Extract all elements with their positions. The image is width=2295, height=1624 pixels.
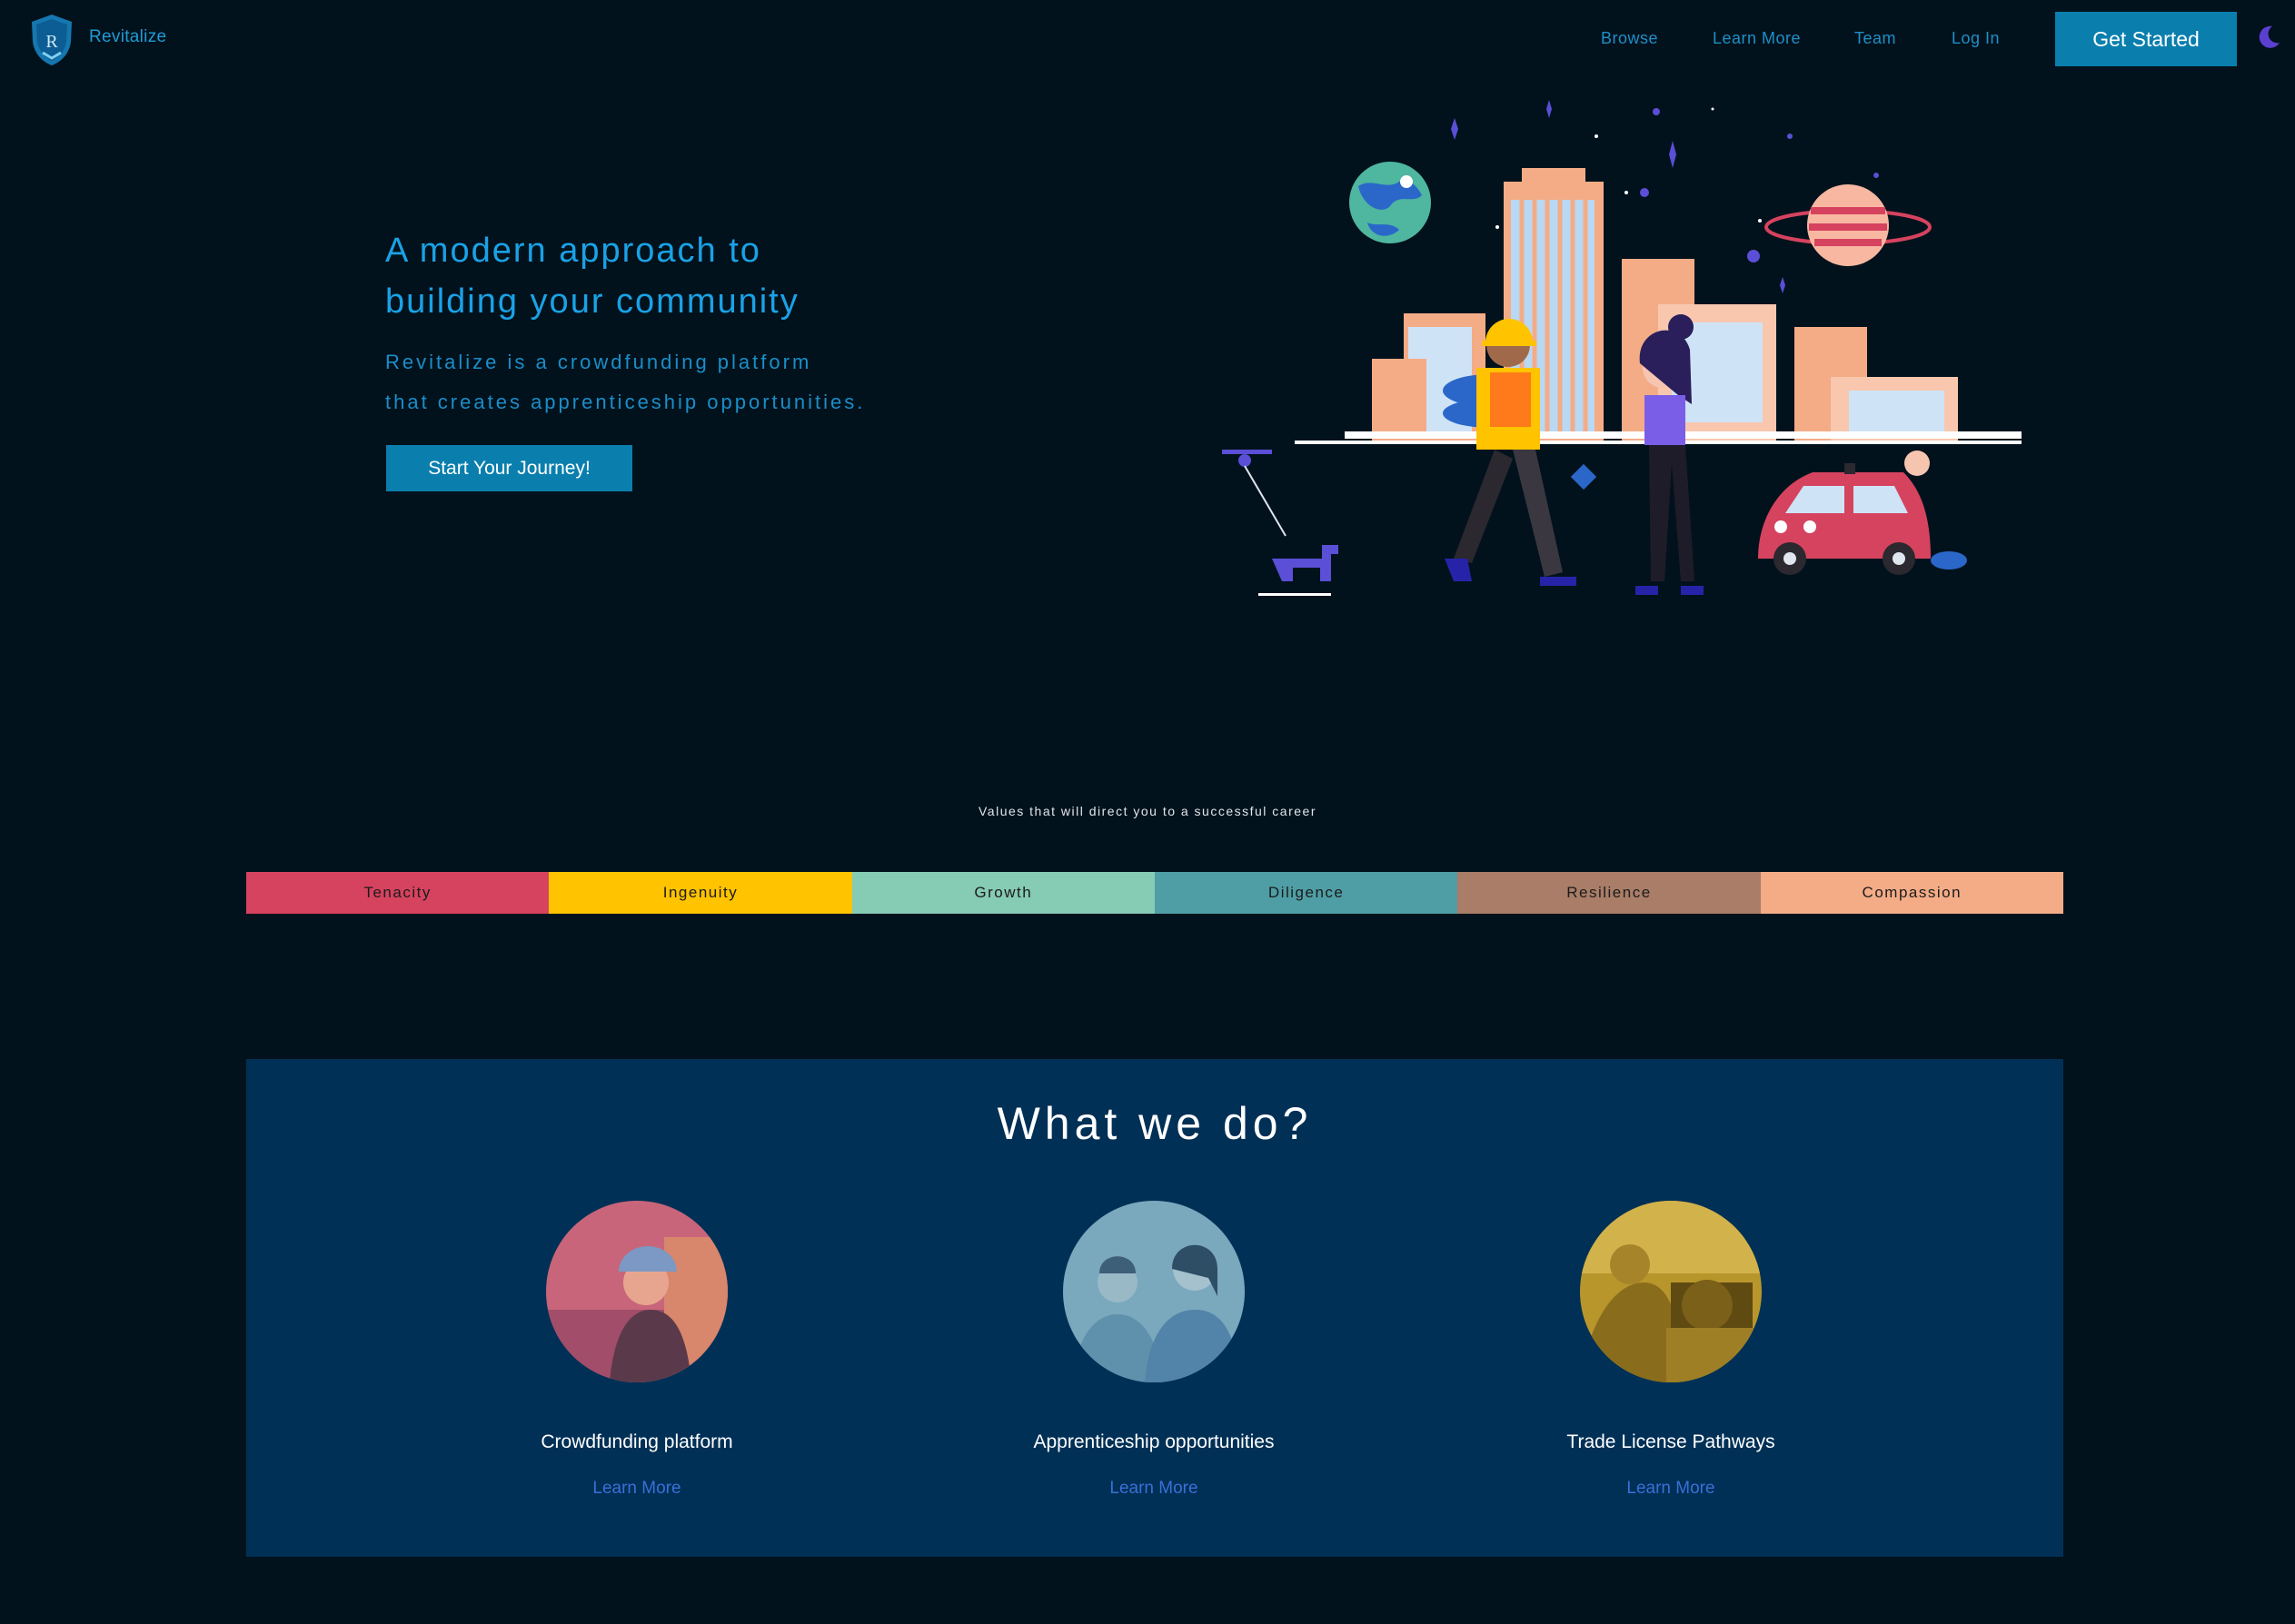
hero-subtitle: Revitalize is a crowdfunding platform th… xyxy=(385,342,1021,422)
logo-shield-icon[interactable]: R xyxy=(29,13,75,67)
section-title: What we do? xyxy=(997,1098,1313,1149)
learn-more-link[interactable]: Learn More xyxy=(1489,1479,1853,1499)
nav-log-in[interactable]: Log In xyxy=(1952,29,2000,48)
what-we-do-section: What we do? Crowdfunding platform Learn … xyxy=(246,1059,2063,1557)
city-illustration xyxy=(1222,100,2022,596)
get-started-button[interactable]: Get Started xyxy=(2055,12,2237,66)
trade-license-photo xyxy=(1580,1201,1762,1382)
learn-more-link[interactable]: Learn More xyxy=(455,1479,819,1499)
hero-title-line-1: A modern approach to xyxy=(385,232,761,270)
red-car xyxy=(1758,451,1967,575)
card-title: Crowdfunding platform xyxy=(541,1431,733,1452)
drone-and-dog xyxy=(1222,450,1338,596)
earth-planet xyxy=(1349,162,1431,243)
learn-more-link[interactable]: Learn More xyxy=(972,1479,1336,1499)
brand-name[interactable]: Revitalize xyxy=(89,27,166,47)
ringed-planet xyxy=(1764,184,1932,266)
apprenticeship-photo xyxy=(1063,1201,1245,1382)
value-tenacity: Tenacity xyxy=(246,872,550,914)
top-nav: R Revitalize Browse Learn More Team Log … xyxy=(0,0,2295,80)
crowdfunding-photo xyxy=(546,1201,728,1382)
nav-learn-more[interactable]: Learn More xyxy=(1713,29,1801,48)
hero-title: A modern approach to building your commu… xyxy=(385,225,1021,327)
value-resilience: Resilience xyxy=(1457,872,1761,914)
card-title: Trade License Pathways xyxy=(1566,1431,1775,1452)
hero-subtitle-line-2: that creates apprenticeship opportunitie… xyxy=(385,391,866,413)
hero-subtitle-line-1: Revitalize is a crowdfunding platform xyxy=(385,351,812,373)
nav-team[interactable]: Team xyxy=(1854,29,1896,48)
logo-letter: R xyxy=(45,32,58,52)
values-caption: Values that will direct you to a success… xyxy=(979,804,1316,818)
values-bar: Tenacity Ingenuity Growth Diligence Resi… xyxy=(246,872,2063,914)
value-growth: Growth xyxy=(851,872,1155,914)
nav-browse[interactable]: Browse xyxy=(1601,29,1658,48)
card-trade-license: Trade License Pathways Learn More xyxy=(1489,1201,1853,1499)
value-compassion: Compassion xyxy=(1760,872,2063,914)
card-title: Apprenticeship opportunities xyxy=(1033,1431,1275,1452)
card-crowdfunding: Crowdfunding platform Learn More xyxy=(455,1201,819,1499)
value-diligence: Diligence xyxy=(1154,872,1458,914)
card-apprenticeship: Apprenticeship opportunities Learn More xyxy=(972,1201,1336,1499)
start-journey-button[interactable]: Start Your Journey! xyxy=(386,445,632,491)
moon-icon[interactable] xyxy=(2255,24,2282,51)
value-ingenuity: Ingenuity xyxy=(549,872,852,914)
hero-title-line-2: building your community xyxy=(385,282,800,321)
